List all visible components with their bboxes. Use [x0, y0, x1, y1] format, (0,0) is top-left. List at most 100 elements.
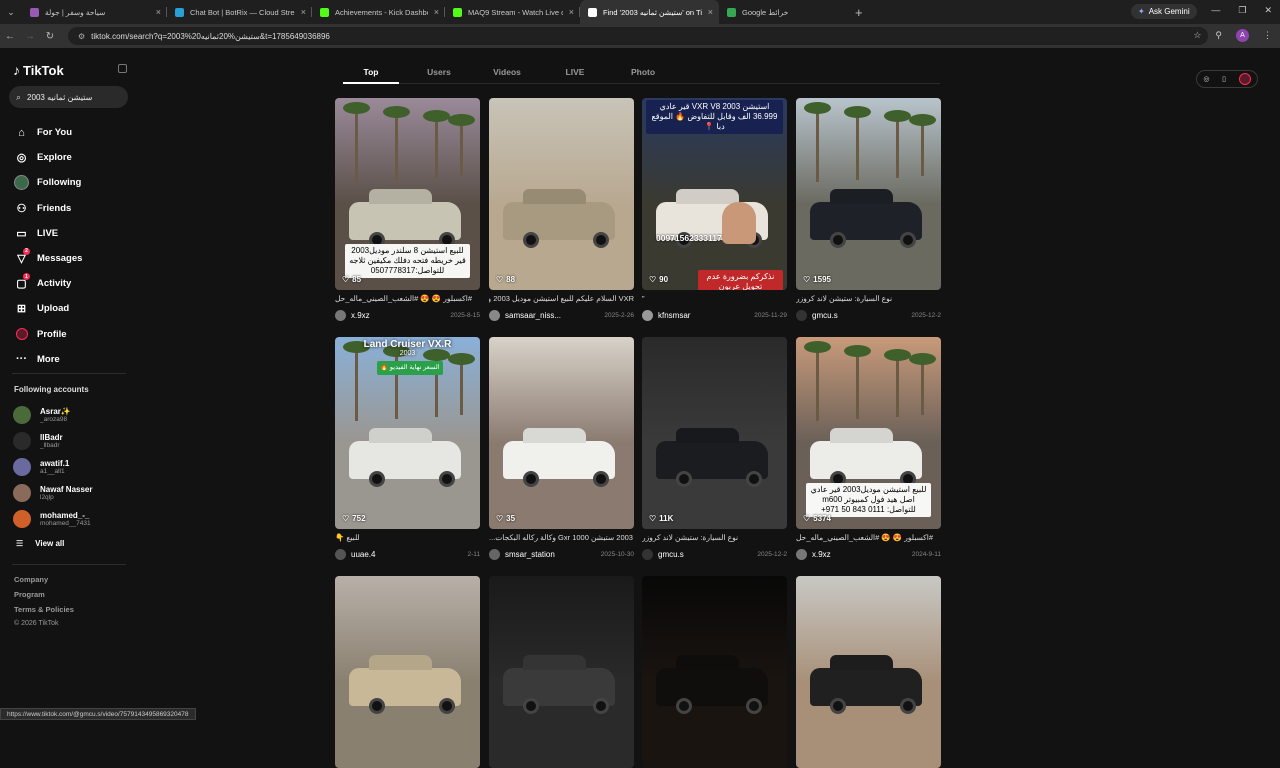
- sidebar-item-activity[interactable]: ▢ 1 Activity: [14, 271, 82, 296]
- creator-avatar[interactable]: [489, 309, 500, 321]
- search-tab-live[interactable]: LIVE: [547, 62, 603, 83]
- video-thumbnail[interactable]: [489, 576, 634, 768]
- device-icon[interactable]: ▯: [1222, 75, 1226, 83]
- creator-username[interactable]: x.9xz: [351, 311, 370, 320]
- sidebar-item-live[interactable]: ▭ LIVE: [14, 221, 82, 246]
- video-thumbnail[interactable]: استيشن VXR V8 2003 قير عادي 36.999 الف و…: [642, 98, 787, 290]
- video-description[interactable]: VXR السلام عليكم للبيع استيشن موديل 2003…: [489, 294, 634, 305]
- sidebar-item-for-you[interactable]: ⌂ For You: [14, 120, 82, 145]
- bookmark-star-icon[interactable]: ☆: [1193, 30, 1201, 41]
- coin-icon[interactable]: ◎: [1203, 75, 1209, 83]
- reload-icon[interactable]: ↻: [40, 31, 60, 42]
- following-account[interactable]: Asrar✨ _aroza98: [13, 402, 92, 428]
- video-description[interactable]: #اكسبلور 😍 😍 #الشعب_الصيني_ماله_حل: [335, 294, 480, 305]
- tiktok-logo[interactable]: ♪ TikTok: [13, 62, 64, 78]
- collapse-sidebar-icon[interactable]: [118, 64, 127, 73]
- browser-tab[interactable]: Google خرائط: [719, 0, 851, 24]
- search-tab-videos[interactable]: Videos: [479, 62, 535, 83]
- account-avatar: [13, 406, 31, 424]
- profile-avatar-button[interactable]: A: [1236, 29, 1249, 42]
- creator-avatar[interactable]: [796, 309, 807, 321]
- creator-avatar[interactable]: [335, 309, 346, 321]
- browser-tab[interactable]: سياحة وسفر | جولة ×: [22, 0, 167, 24]
- vehicle-wheel: [593, 698, 609, 714]
- close-tab-icon[interactable]: ×: [301, 7, 306, 17]
- search-input[interactable]: ⌕ 2003 ستيشن ثمانيه: [9, 86, 128, 108]
- tab-search-icon[interactable]: ⌄: [0, 7, 22, 18]
- sidebar-item-upload[interactable]: ⊞ Upload: [14, 296, 82, 321]
- forward-icon[interactable]: →: [20, 31, 40, 42]
- user-avatar[interactable]: [1238, 73, 1251, 85]
- ask-gemini-button[interactable]: ✦ Ask Gemini: [1131, 4, 1197, 19]
- video-thumbnail[interactable]: للبيع استيشن موديل2003 قير عادي اصل هيد …: [796, 337, 941, 529]
- creator-username[interactable]: gmcu.s: [812, 311, 838, 320]
- close-tab-icon[interactable]: ×: [569, 7, 574, 17]
- heart-outline-icon: ♡: [342, 514, 350, 523]
- video-thumbnail[interactable]: Land Cruiser VX.R 2003 السعر نهاية الفيديو…: [335, 337, 480, 529]
- search-tab-photo[interactable]: Photo: [615, 62, 671, 83]
- video-thumbnail[interactable]: ♡ 11K: [642, 337, 787, 529]
- sidebar-item-friends[interactable]: ⚇ Friends: [14, 196, 82, 221]
- browser-tab[interactable]: Find '2003 ستيشن ثمانيه' on TikT ×: [580, 0, 719, 24]
- footer-link[interactable]: Program: [14, 590, 74, 605]
- minimize-icon[interactable]: —: [1211, 5, 1220, 16]
- video-thumbnail[interactable]: ♡ 1595: [796, 98, 941, 290]
- creator-avatar[interactable]: [335, 548, 346, 560]
- creator-username[interactable]: x.9xz: [812, 550, 831, 559]
- browser-tab[interactable]: MAQ9 Stream - Watch Live on ×: [445, 0, 580, 24]
- browser-tab[interactable]: Achievements - Kick Dashboard ×: [312, 0, 445, 24]
- creator-username[interactable]: samsaar_niss...: [505, 311, 561, 320]
- video-thumbnail[interactable]: للبيع استيشن 8 سلندر موديل2003 قير خريطه…: [335, 98, 480, 290]
- following-account[interactable]: llBadr _llbadr: [13, 428, 92, 454]
- live-icon: ▭: [16, 227, 27, 240]
- creator-username[interactable]: uuae.4: [351, 550, 375, 559]
- search-tab-users[interactable]: Users: [411, 62, 467, 83]
- close-window-icon[interactable]: ✕: [1264, 5, 1272, 16]
- view-all-button[interactable]: ☰ View all: [16, 539, 64, 548]
- sidebar-item-explore[interactable]: ◎ Explore: [14, 145, 82, 170]
- close-tab-icon[interactable]: ×: [708, 7, 713, 17]
- video-thumbnail[interactable]: [796, 576, 941, 768]
- browser-menu-icon[interactable]: ⋮: [1263, 30, 1272, 41]
- video-description[interactable]: نوع السيارة: ستيشن لاند كروزر: [642, 533, 787, 544]
- video-description[interactable]: #اكسبلور 😍 😍 #الشعب_الصيني_ماله_حل: [796, 533, 941, 544]
- footer-link[interactable]: Company: [14, 575, 74, 590]
- creator-avatar[interactable]: [489, 548, 500, 560]
- sidebar-item-more[interactable]: ··· More: [14, 347, 82, 372]
- video-thumbnail[interactable]: [642, 576, 787, 768]
- maximize-icon[interactable]: ❐: [1238, 5, 1246, 16]
- creator-username[interactable]: kfnsmsar: [658, 311, 690, 320]
- video-thumbnail[interactable]: ♡ 88: [489, 98, 634, 290]
- creator-avatar[interactable]: [642, 309, 653, 321]
- video-thumbnail[interactable]: [335, 576, 480, 768]
- close-tab-icon[interactable]: ×: [434, 7, 439, 17]
- like-count: ♡ 85: [342, 275, 361, 284]
- account-handle: _aroza98: [40, 415, 68, 423]
- creator-username[interactable]: smsar_station: [505, 550, 555, 559]
- creator-avatar[interactable]: [796, 548, 807, 560]
- following-account[interactable]: awatif.1 a1__all1: [13, 454, 92, 480]
- new-tab-button[interactable]: +: [855, 5, 863, 20]
- vehicle-wheel: [523, 471, 539, 487]
- creator-username[interactable]: gmcu.s: [658, 550, 684, 559]
- creator-avatar[interactable]: [642, 548, 653, 560]
- browser-tab[interactable]: Chat Bot | BotRix — Cloud Stre ×: [167, 0, 312, 24]
- close-tab-icon[interactable]: ×: [156, 7, 161, 17]
- video-description[interactable]: 2003 ستيشن Gxr 1000 وكالة ركاله البكجات.…: [489, 533, 634, 544]
- back-icon[interactable]: ←: [0, 31, 20, 42]
- extensions-icon[interactable]: ⚲: [1215, 30, 1222, 41]
- sidebar-item-following[interactable]: Following: [14, 170, 82, 195]
- video-description[interactable]: للبيع 👇: [335, 533, 480, 544]
- url-bar[interactable]: ⚙ tiktok.com/search?q=2003%20ستيشن%20ثما…: [68, 27, 1208, 45]
- video-description[interactable]: ”: [642, 294, 787, 305]
- following-account[interactable]: Nawaf Nasser l2qlp: [13, 480, 92, 506]
- footer-link[interactable]: Terms & Policies: [14, 605, 74, 620]
- video-description[interactable]: نوع السيارة: ستيشن لاند كروزر: [796, 294, 941, 305]
- search-tab-top[interactable]: Top: [343, 62, 399, 84]
- sidebar-item-profile[interactable]: Profile: [14, 322, 82, 347]
- sidebar-item-messages[interactable]: ▽ 2 Messages: [14, 246, 82, 271]
- video-thumbnail[interactable]: ♡ 35: [489, 337, 634, 529]
- following-account[interactable]: mohamed_-_ mohamed__7431: [13, 506, 92, 532]
- search-value: 2003 ستيشن ثمانيه: [27, 92, 93, 102]
- site-info-icon[interactable]: ⚙: [78, 32, 85, 41]
